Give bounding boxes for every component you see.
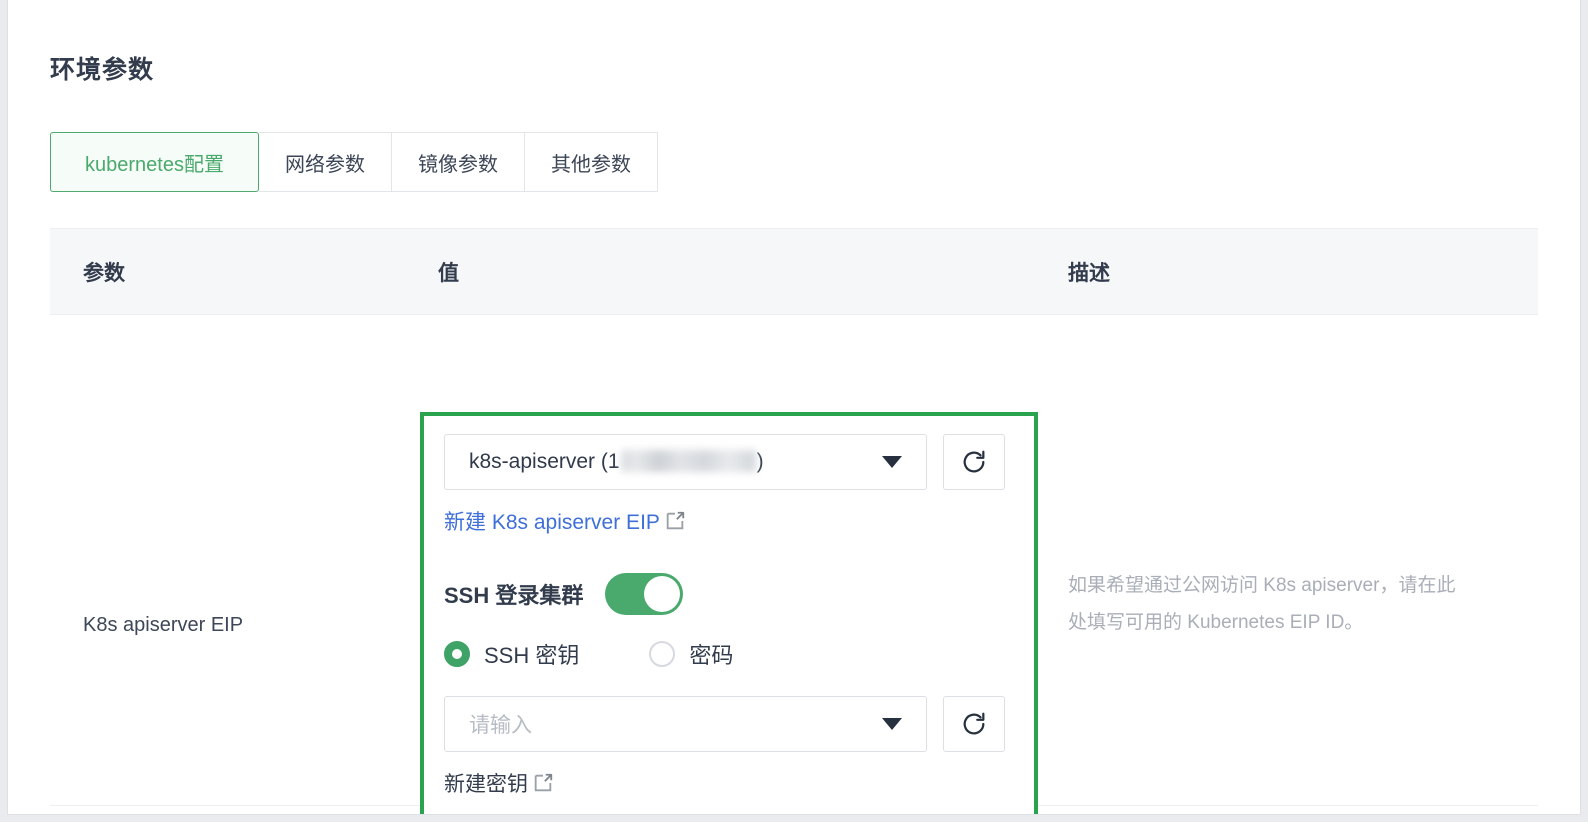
auth-method-radio-group: SSH 密钥 密码 — [444, 638, 733, 670]
ssh-login-toggle-row: SSH 登录集群 — [444, 573, 683, 615]
column-header-value: 值 — [438, 257, 459, 287]
ssh-key-select-placeholder: 请输入 — [469, 709, 532, 739]
table-header-row: 参数 值 描述 — [50, 228, 1538, 315]
ssh-key-select-row: 请输入 — [444, 696, 1005, 752]
create-ssh-key-link[interactable]: 新建密钥 — [444, 768, 554, 798]
radio-password[interactable]: 密码 — [649, 638, 733, 670]
ssh-key-select[interactable]: 请输入 — [444, 696, 927, 752]
create-eip-link-label: 新建 K8s apiserver EIP — [444, 506, 660, 536]
eip-select[interactable]: k8s-apiserver (1) — [444, 434, 927, 490]
page-container: 环境参数 kubernetes配置 网络参数 镜像参数 其他参数 参数 值 描述… — [8, 0, 1580, 814]
column-header-desc: 描述 — [1068, 257, 1110, 287]
ssh-login-switch[interactable] — [605, 573, 683, 615]
ssh-login-label: SSH 登录集群 — [444, 578, 583, 610]
radio-label: 密码 — [689, 638, 733, 670]
params-table: 参数 值 描述 K8s apiserver EIP k8s-apiserver … — [50, 228, 1538, 806]
param-description: 如果希望通过公网访问 K8s apiserver，请在此处填写可用的 Kuber… — [1068, 567, 1468, 641]
switch-knob — [644, 576, 680, 612]
radio-label: SSH 密钥 — [484, 638, 579, 670]
tab-bar: kubernetes配置 网络参数 镜像参数 其他参数 — [50, 132, 658, 192]
page-title: 环境参数 — [50, 50, 154, 86]
ssh-key-refresh-button[interactable] — [943, 696, 1005, 752]
tab-label: 镜像参数 — [418, 148, 498, 177]
chevron-down-icon — [882, 718, 902, 730]
redacted-ip — [621, 450, 756, 472]
tab-kubernetes-config[interactable]: kubernetes配置 — [50, 132, 259, 192]
table-row: K8s apiserver EIP k8s-apiserver (1) — [50, 315, 1538, 806]
eip-config-panel: k8s-apiserver (1) 新建 K8s apiserver EIP — [420, 412, 1038, 814]
tab-image-params[interactable]: 镜像参数 — [392, 132, 525, 192]
tab-label: 网络参数 — [285, 148, 365, 177]
tab-label: kubernetes配置 — [85, 148, 224, 177]
param-name: K8s apiserver EIP — [83, 614, 243, 637]
column-header-param: 参数 — [83, 257, 125, 287]
eip-select-row: k8s-apiserver (1) — [444, 434, 1005, 490]
create-ssh-key-link-label: 新建密钥 — [444, 768, 528, 798]
radio-ssh-key[interactable]: SSH 密钥 — [444, 638, 579, 670]
radio-indicator — [649, 641, 675, 667]
create-eip-link[interactable]: 新建 K8s apiserver EIP — [444, 506, 686, 536]
radio-indicator — [444, 641, 470, 667]
tab-label: 其他参数 — [551, 148, 631, 177]
eip-refresh-button[interactable] — [943, 434, 1005, 490]
chevron-down-icon — [882, 456, 902, 468]
refresh-icon — [960, 710, 988, 738]
eip-select-value: k8s-apiserver (1) — [469, 450, 764, 474]
tab-network-params[interactable]: 网络参数 — [259, 132, 392, 192]
external-link-icon — [532, 772, 554, 794]
tab-other-params[interactable]: 其他参数 — [525, 132, 658, 192]
refresh-icon — [960, 448, 988, 476]
external-link-icon — [664, 510, 686, 532]
